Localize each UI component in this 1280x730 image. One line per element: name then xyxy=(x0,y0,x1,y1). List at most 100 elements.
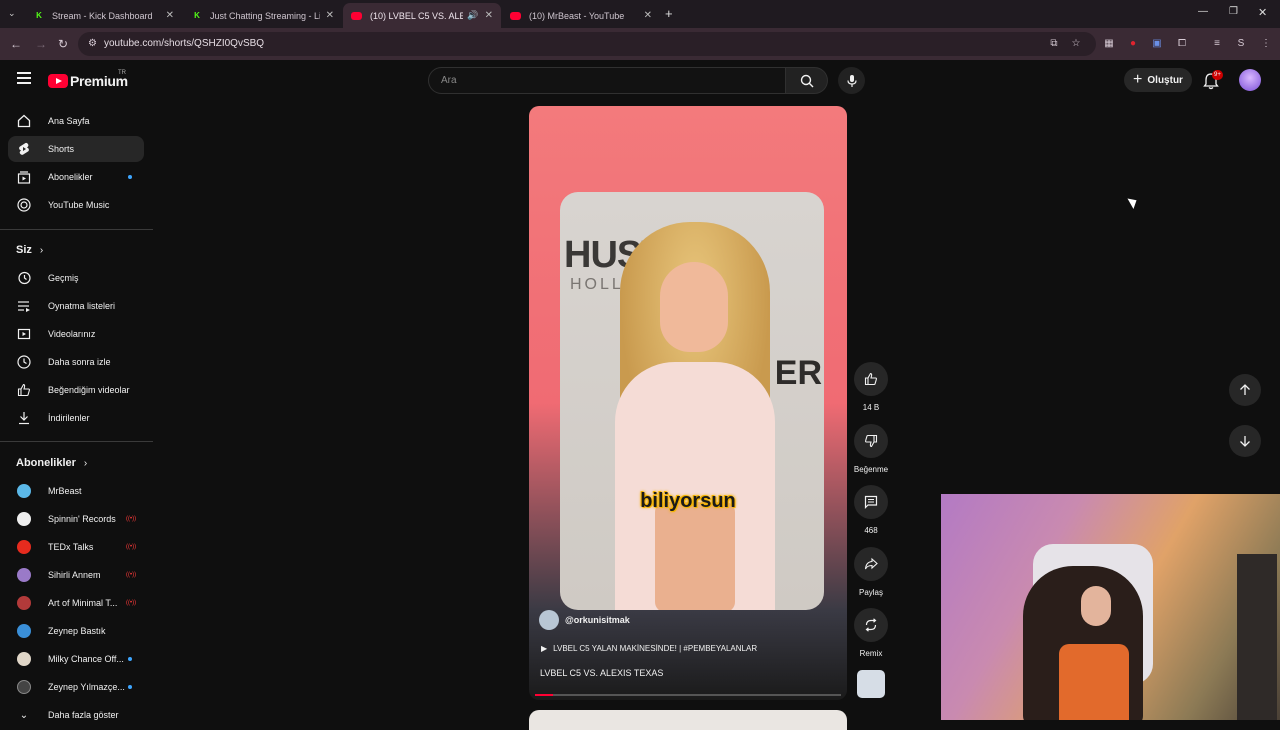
sidebar-item-home[interactable]: Ana Sayfa xyxy=(8,108,144,134)
channel-avatar xyxy=(17,484,31,498)
youtube-icon xyxy=(351,11,362,20)
channel-avatar[interactable] xyxy=(539,610,559,630)
channel-avatar xyxy=(17,624,31,638)
sidebar-item-shorts[interactable]: Shorts xyxy=(8,136,144,162)
sidebar-item-label: Geçmiş xyxy=(48,273,79,283)
sidebar-channel-tedx-talks[interactable]: TEDx Talks ((•)) xyxy=(8,534,144,560)
browser-tab-current-short[interactable]: (10) LVBEL C5 VS. ALEXIS TE 🔊 ✕ xyxy=(343,3,501,28)
sidebar-item-your-videos[interactable]: Videolarınız xyxy=(8,321,144,347)
sidebar-channel-milky-chance[interactable]: Milky Chance Off... xyxy=(8,646,144,672)
previous-short-button[interactable] xyxy=(1229,374,1261,406)
audio-playing-icon[interactable]: 🔊 xyxy=(467,10,478,21)
like-button[interactable] xyxy=(854,362,888,396)
face-shape xyxy=(660,262,728,352)
maximize-icon[interactable]: ❐ xyxy=(1229,6,1238,17)
mic-icon xyxy=(846,74,857,87)
short-video-player[interactable]: HUST HOLL ER biliyorsun @orkunisitmak ▶ … xyxy=(529,106,847,700)
sidebar-channel-zeynep-yilmazcelik[interactable]: Zeynep Yılmazçe... xyxy=(8,674,144,700)
translate-icon[interactable]: ▣ xyxy=(1151,38,1163,50)
like-action[interactable]: 14 B xyxy=(852,362,890,412)
remix-icon xyxy=(865,618,877,632)
tab-label: Stream - Kick Dashboard xyxy=(52,10,153,21)
extension-icon[interactable]: ▦ xyxy=(1103,38,1115,50)
close-tab-icon[interactable]: ✕ xyxy=(166,10,174,21)
channel-name: Spinnin' Records xyxy=(48,514,116,524)
sidebar-item-youtube-music[interactable]: YouTube Music xyxy=(8,192,144,218)
section-title: Abonelikler xyxy=(16,457,76,469)
dislike-button[interactable] xyxy=(854,424,888,458)
browser-tab-kick-live[interactable]: K Just Chatting Streaming - Live ✕ xyxy=(184,3,342,28)
sidebar-channel-sihirli-annem[interactable]: Sihirli Annem ((•)) xyxy=(8,562,144,588)
chevron-down-icon: ⌄ xyxy=(19,709,29,721)
channel-avatar xyxy=(17,652,31,666)
window-close-icon[interactable]: ✕ xyxy=(1258,6,1267,19)
close-tab-icon[interactable]: ✕ xyxy=(485,10,493,21)
sidebar-channel-mrbeast[interactable]: MrBeast xyxy=(8,478,144,504)
sidebar-item-label: Ana Sayfa xyxy=(48,116,90,126)
remix-button[interactable] xyxy=(854,608,888,642)
sidebar-channel-spinnin-records[interactable]: Spinnin' Records ((•)) xyxy=(8,506,144,532)
tab-search-icon[interactable]: ⌄ xyxy=(8,8,16,19)
voice-search-button[interactable] xyxy=(838,67,865,94)
remix-action[interactable]: Remix xyxy=(852,608,890,658)
browser-menu-icon[interactable]: ⋮ xyxy=(1260,38,1272,50)
sidebar-section-you[interactable]: Siz › xyxy=(16,244,43,256)
new-content-dot xyxy=(128,175,132,179)
profile-icon[interactable]: S xyxy=(1235,38,1247,50)
search-button[interactable] xyxy=(786,67,828,94)
minimize-icon[interactable]: — xyxy=(1198,6,1208,17)
install-app-icon[interactable]: ⧉ xyxy=(1048,38,1060,50)
search-input[interactable] xyxy=(441,75,761,86)
channel-handle[interactable]: @orkunisitmak xyxy=(565,615,630,625)
streamer-face-shape xyxy=(1081,586,1111,626)
sidebar-item-history[interactable]: Geçmiş xyxy=(8,265,144,291)
live-icon: ((•)) xyxy=(126,516,137,522)
sidebar-channel-zeynep-bastik[interactable]: Zeynep Bastık xyxy=(8,618,144,644)
browser-tab-mrbeast[interactable]: (10) MrBeast - YouTube ✕ xyxy=(502,3,660,28)
hamburger-menu-icon[interactable] xyxy=(17,72,31,84)
sidebar-channel-art-of-minimal[interactable]: Art of Minimal T... ((•)) xyxy=(8,590,144,616)
share-action[interactable]: Paylaş xyxy=(852,547,890,597)
dislike-action[interactable]: Beğenme xyxy=(852,424,890,474)
midriff-shape xyxy=(655,502,735,610)
new-tab-icon[interactable]: + xyxy=(665,6,673,21)
sidebar-item-watch-later[interactable]: Daha sonra izle xyxy=(8,349,144,375)
sound-thumbnail[interactable] xyxy=(857,670,885,698)
channel-name: Zeynep Bastık xyxy=(48,626,106,636)
sidebar-show-more[interactable]: ⌄ Daha fazla göster xyxy=(8,702,144,728)
url-text[interactable]: youtube.com/shorts/QSHZI0QvSBQ xyxy=(104,38,264,49)
search-box[interactable] xyxy=(428,67,786,94)
site-info-icon[interactable]: ⚙ xyxy=(88,38,97,49)
share-button[interactable] xyxy=(854,547,888,581)
bookmark-star-icon[interactable]: ☆ xyxy=(1070,38,1082,50)
media-controls-icon[interactable]: ≡ xyxy=(1211,38,1223,50)
next-short-button[interactable] xyxy=(1229,425,1261,457)
progress-bar[interactable] xyxy=(535,694,841,696)
reload-icon[interactable]: ↻ xyxy=(58,37,68,51)
sidebar-item-playlists[interactable]: Oynatma listeleri xyxy=(8,293,144,319)
notification-count-badge: 9+ xyxy=(1212,70,1223,80)
tab-label: (10) LVBEL C5 VS. ALEXIS TE xyxy=(370,10,464,21)
comments-button[interactable] xyxy=(854,485,888,519)
sidebar-section-subscriptions[interactable]: Abonelikler › xyxy=(16,457,87,469)
playlist-link[interactable]: ▶ LVBEL C5 YALAN MAKİNESİNDE! | #PEMBEYA… xyxy=(541,644,757,653)
create-button[interactable]: + Oluştur xyxy=(1124,68,1192,92)
comments-action[interactable]: 468 xyxy=(852,485,890,535)
account-avatar[interactable] xyxy=(1239,69,1261,91)
forward-icon[interactable]: → xyxy=(35,37,47,51)
close-tab-icon[interactable]: ✕ xyxy=(326,10,334,21)
extension-red-icon[interactable]: ● xyxy=(1127,38,1139,50)
channel-avatar xyxy=(17,568,31,582)
sidebar-item-liked-videos[interactable]: Beğendiğim videolar xyxy=(8,377,144,403)
back-icon[interactable]: ← xyxy=(10,37,22,51)
video-caption: biliyorsun xyxy=(640,490,736,512)
watch-later-icon xyxy=(16,354,32,370)
sidebar-item-downloads[interactable]: İndirilenler xyxy=(8,405,144,431)
youtube-premium-logo[interactable]: Premium TR xyxy=(48,70,128,90)
close-tab-icon[interactable]: ✕ xyxy=(644,10,652,21)
extensions-puzzle-icon[interactable]: ⧠ xyxy=(1176,38,1188,50)
browser-tab-kick-dashboard[interactable]: K Stream - Kick Dashboard ✕ xyxy=(26,3,182,28)
sidebar-item-subscriptions[interactable]: Abonelikler xyxy=(8,164,144,190)
next-short-preview[interactable] xyxy=(529,710,847,730)
channel-row[interactable]: @orkunisitmak xyxy=(539,610,630,630)
